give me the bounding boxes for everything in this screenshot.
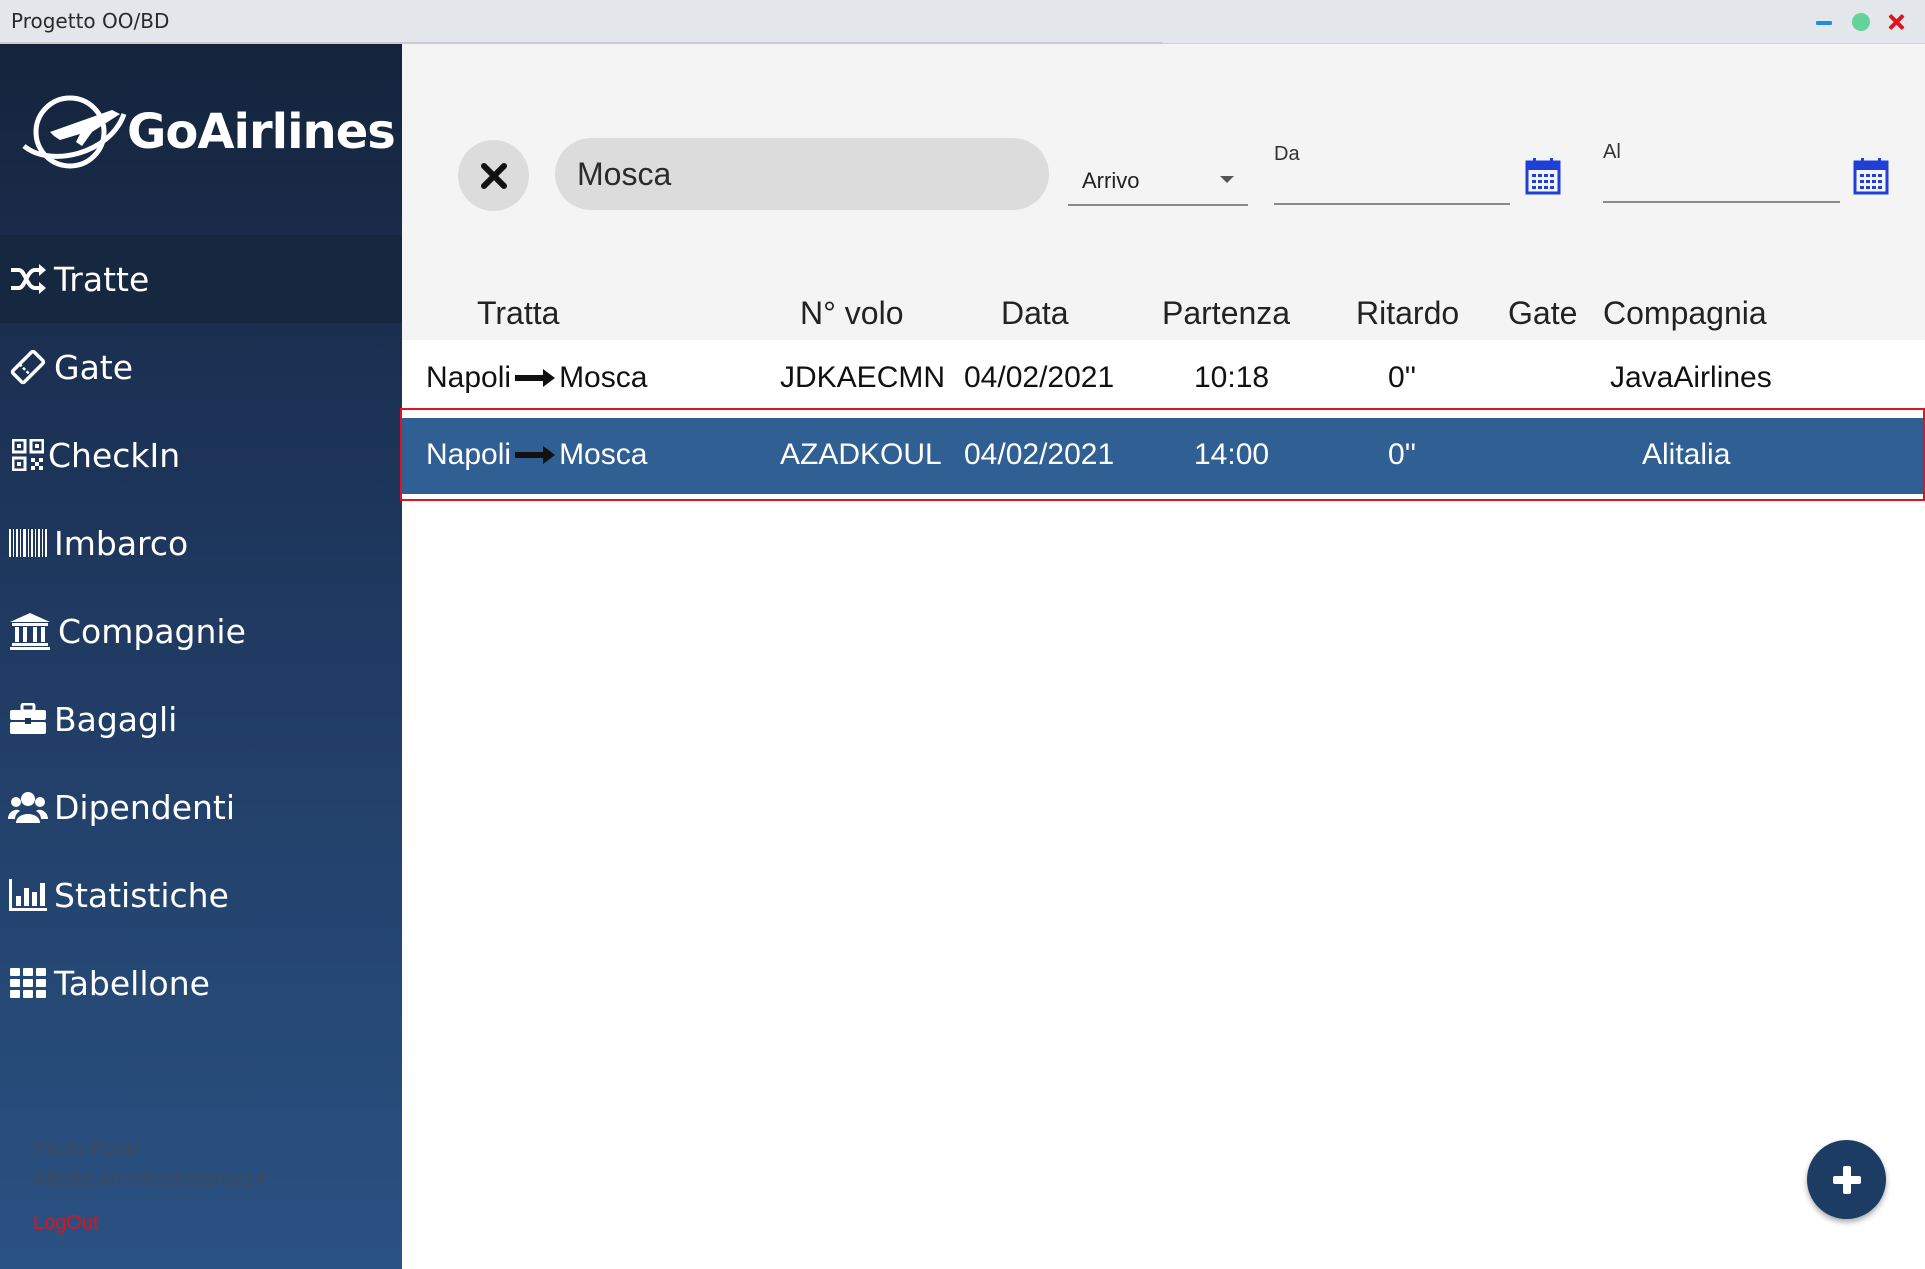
sidebar-item-bagagli[interactable]: Bagagli bbox=[0, 675, 402, 763]
departure-cell: 14:00 bbox=[1194, 438, 1270, 471]
calendar-icon[interactable] bbox=[1853, 157, 1889, 195]
route-from: Napoli bbox=[426, 361, 512, 394]
date-to-label: Al bbox=[1603, 141, 1621, 163]
sidebar-item-label: Tabellone bbox=[54, 963, 210, 1003]
sidebar-item-label: Compagnie bbox=[58, 611, 246, 651]
users-icon bbox=[8, 787, 48, 827]
route-cell: Napoli Mosca bbox=[426, 361, 647, 395]
mode-select-value: Arrivo bbox=[1082, 168, 1140, 193]
column-header-partenza[interactable]: Partenza bbox=[1162, 295, 1290, 332]
route-from: Napoli bbox=[426, 438, 512, 471]
maximize-icon[interactable] bbox=[1851, 12, 1871, 32]
sidebar-item-tratte[interactable]: Tratte bbox=[0, 235, 402, 323]
sidebar-item-compagnie[interactable]: Compagnie bbox=[0, 587, 402, 675]
route-cell: Napoli Mosca bbox=[426, 438, 647, 472]
company-cell: Alitalia bbox=[1642, 438, 1731, 471]
date-cell: 04/02/2021 bbox=[964, 438, 1115, 471]
sidebar-item-label: Dipendenti bbox=[54, 787, 236, 827]
column-header-data[interactable]: Data bbox=[1001, 295, 1069, 332]
bar-chart-icon bbox=[8, 875, 48, 915]
ticket-icon bbox=[8, 347, 48, 387]
column-header-tratta[interactable]: Tratta bbox=[477, 295, 559, 332]
mode-select[interactable]: Arrivo bbox=[1068, 160, 1248, 206]
sidebar-item-checkin[interactable]: CheckIn bbox=[0, 411, 402, 499]
table-row[interactable]: Napoli Mosca JDKAECMN 04/02/2021 10:18 0… bbox=[402, 341, 1925, 417]
grid-icon bbox=[8, 963, 48, 1003]
plus-icon bbox=[1832, 1165, 1861, 1194]
close-icon[interactable] bbox=[1886, 12, 1906, 32]
date-from-label: Da bbox=[1274, 143, 1300, 165]
title-bar: Progetto OO/BD bbox=[0, 0, 1925, 44]
plane-globe-icon bbox=[22, 95, 127, 169]
date-from-field[interactable] bbox=[1274, 203, 1510, 205]
user-info: Paolo-Rossi Alitalia:Amministratore#14 bbox=[33, 1134, 265, 1194]
sidebar-item-label: Statistiche bbox=[54, 875, 229, 915]
search-input[interactable] bbox=[555, 138, 1049, 210]
sidebar-item-label: Bagagli bbox=[54, 699, 178, 739]
route-to: Mosca bbox=[559, 438, 648, 471]
shuffle-icon bbox=[8, 259, 48, 299]
briefcase-icon bbox=[8, 699, 48, 739]
sidebar-item-imbarco[interactable]: Imbarco bbox=[0, 499, 402, 587]
sidebar-item-dipendenti[interactable]: Dipendenti bbox=[0, 763, 402, 851]
column-header-gate[interactable]: Gate bbox=[1508, 295, 1577, 332]
delay-cell: 0'' bbox=[1388, 361, 1417, 394]
window-title: Progetto OO/BD bbox=[11, 9, 170, 33]
minimize-icon[interactable] bbox=[1814, 12, 1834, 32]
barcode-icon bbox=[8, 523, 48, 563]
sidebar-item-label: CheckIn bbox=[48, 435, 181, 475]
sidebar-item-label: Tratte bbox=[54, 259, 150, 299]
sidebar-item-tabellone[interactable]: Tabellone bbox=[0, 939, 402, 1027]
sidebar-item-gate[interactable]: Gate bbox=[0, 323, 402, 411]
route-to: Mosca bbox=[559, 361, 648, 394]
sidebar-item-label: Gate bbox=[54, 347, 134, 387]
date-cell: 04/02/2021 bbox=[964, 361, 1115, 394]
sidebar-item-statistiche[interactable]: Statistiche bbox=[0, 851, 402, 939]
clear-search-button[interactable] bbox=[458, 140, 529, 211]
bank-icon bbox=[8, 611, 52, 651]
flight-number-cell: JDKAECMN bbox=[780, 361, 946, 394]
column-header-compagnia[interactable]: Compagnia bbox=[1603, 295, 1767, 332]
column-header-volo[interactable]: N° volo bbox=[800, 295, 904, 332]
arrow-right-icon bbox=[515, 446, 556, 464]
chevron-down-icon bbox=[1220, 176, 1234, 183]
logout-link[interactable]: LogOut bbox=[33, 1212, 99, 1235]
app-logo: GoAirlines bbox=[20, 84, 396, 174]
brand-name: GoAirlines bbox=[127, 104, 396, 160]
user-role: Alitalia:Amministratore#14 bbox=[33, 1168, 266, 1190]
calendar-icon[interactable] bbox=[1525, 157, 1561, 195]
qrcode-icon bbox=[8, 435, 48, 475]
delay-cell: 0'' bbox=[1388, 438, 1417, 471]
date-to-field[interactable] bbox=[1603, 201, 1840, 203]
table-row-selected[interactable]: Napoli Mosca AZADKOUL 04/02/2021 14:00 0… bbox=[402, 418, 1925, 494]
close-icon bbox=[480, 162, 507, 189]
company-cell: JavaAirlines bbox=[1610, 361, 1772, 394]
arrow-right-icon bbox=[515, 369, 556, 387]
sidebar-item-label: Imbarco bbox=[54, 523, 189, 563]
user-name: Paolo-Rossi bbox=[33, 1138, 141, 1160]
column-header-ritardo[interactable]: Ritardo bbox=[1356, 295, 1459, 332]
departure-cell: 10:18 bbox=[1194, 361, 1270, 394]
flight-number-cell: AZADKOUL bbox=[780, 438, 942, 471]
add-flight-button[interactable] bbox=[1807, 1140, 1886, 1219]
sidebar: GoAirlines Tratte Gate CheckIn Imbarco C… bbox=[0, 44, 402, 1269]
